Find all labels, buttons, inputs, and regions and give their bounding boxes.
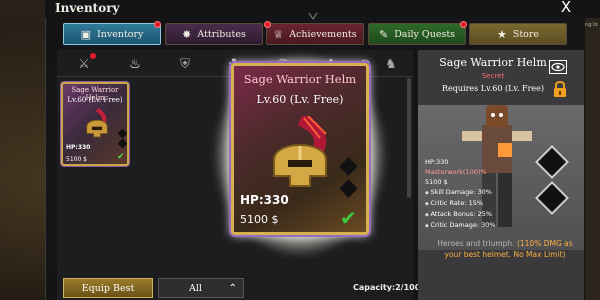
notification-dot [154, 21, 161, 28]
tab-label: Attributes [197, 28, 246, 40]
flame-icon[interactable]: ♨ [123, 54, 147, 74]
filter-select-value: All [189, 282, 202, 294]
detail-masterwork: Masterwork(100)% [425, 168, 487, 176]
tab-label: Daily Quests [394, 28, 456, 40]
notification-dot [264, 21, 271, 28]
featured-item-price: 5100 $ [240, 213, 279, 226]
attributes-icon: ✸ [182, 27, 192, 41]
tab-store[interactable]: ★ Store [469, 23, 567, 45]
helmet-icon [86, 108, 108, 138]
featured-item-hp: HP:330 [240, 193, 289, 207]
close-button[interactable]: X [556, 0, 576, 16]
featured-item-name: Sage Warrior Helm [243, 72, 357, 86]
chevron-up-icon: ⌃ [228, 282, 237, 294]
equipped-check-icon: ✔ [117, 152, 125, 162]
notification-dot [90, 53, 96, 59]
detail-title: Sage Warrior Helm [439, 56, 547, 69]
gem-slot-icon [339, 179, 358, 198]
inventory-item-card[interactable]: Sage Warrior Helm Lv.60 (Lv. Free) HP:33… [61, 82, 129, 166]
title-bar [45, 0, 600, 18]
sword-icon[interactable]: ⚔ [72, 53, 96, 74]
detail-price: 5100 $ [425, 178, 448, 186]
detail-requirement: Requires Lv.60 (Lv. Free) [442, 84, 544, 93]
rarity-filter-select[interactable]: All ⌃ [158, 278, 244, 298]
store-icon: ★ [496, 27, 507, 41]
tab-daily-quests[interactable]: ✎ Daily Quests [368, 21, 467, 45]
chest-icon: ▣ [80, 27, 91, 41]
helmet-icon[interactable]: ⛨ [173, 54, 197, 74]
tab-achievements[interactable]: ♕ Achievements [264, 21, 364, 45]
equipped-check-icon: ✔ [340, 206, 357, 230]
tab-label: Achievements [289, 28, 357, 40]
featured-item-card[interactable]: Sage Warrior Helm Lv.60 (Lv. Free) HP:33… [231, 63, 369, 235]
helmet-icon [273, 116, 327, 187]
gem-slot-icon [339, 157, 358, 176]
detail-description: Heroes and triumph. (110% DMG as your be… [430, 238, 580, 260]
stat-line: Skill Damage: 30% [425, 187, 496, 198]
stat-line: Critic Rate: 15% [425, 198, 496, 209]
tab-label: Inventory [96, 28, 144, 40]
notification-dot [460, 21, 467, 28]
item-price: 5100 $ [66, 156, 87, 163]
capacity-label: Capacity:2/100 [353, 283, 421, 292]
equip-best-button[interactable]: Equip Best [63, 278, 153, 298]
lock-icon[interactable] [553, 80, 567, 98]
detail-hp: HP:330 [425, 158, 449, 166]
gem-slot-icon [117, 138, 127, 149]
detail-rarity: Secret [481, 72, 505, 80]
description-text: Heroes and triumph. [437, 239, 515, 248]
title-ornament-icon [308, 12, 318, 20]
detail-stats: HP:330 Masterwork(100)% 5100 $ Skill Dam… [425, 157, 496, 231]
grid-scrollbar[interactable] [407, 78, 411, 198]
gem-slot-icon [117, 128, 127, 139]
trophy-icon: ♕ [273, 27, 284, 41]
tab-inventory[interactable]: ▣ Inventory [63, 21, 161, 45]
eye-icon[interactable] [549, 60, 567, 74]
window-title: Inventory [55, 1, 120, 15]
tab-attributes[interactable]: ✸ Attributes [165, 23, 263, 45]
featured-item-level: Lv.60 (Lv. Free) [256, 93, 344, 106]
quest-icon: ✎ [378, 27, 389, 41]
item-level: Lv.60 (Lv. Free) [67, 96, 123, 104]
stat-line: Critic Damage: 30% [425, 220, 495, 231]
side-scrollbar [585, 0, 600, 300]
item-hp: HP:330 [66, 144, 91, 151]
stat-line: Attack Bonus: 25% [425, 209, 496, 220]
tab-label: Store [512, 28, 540, 40]
